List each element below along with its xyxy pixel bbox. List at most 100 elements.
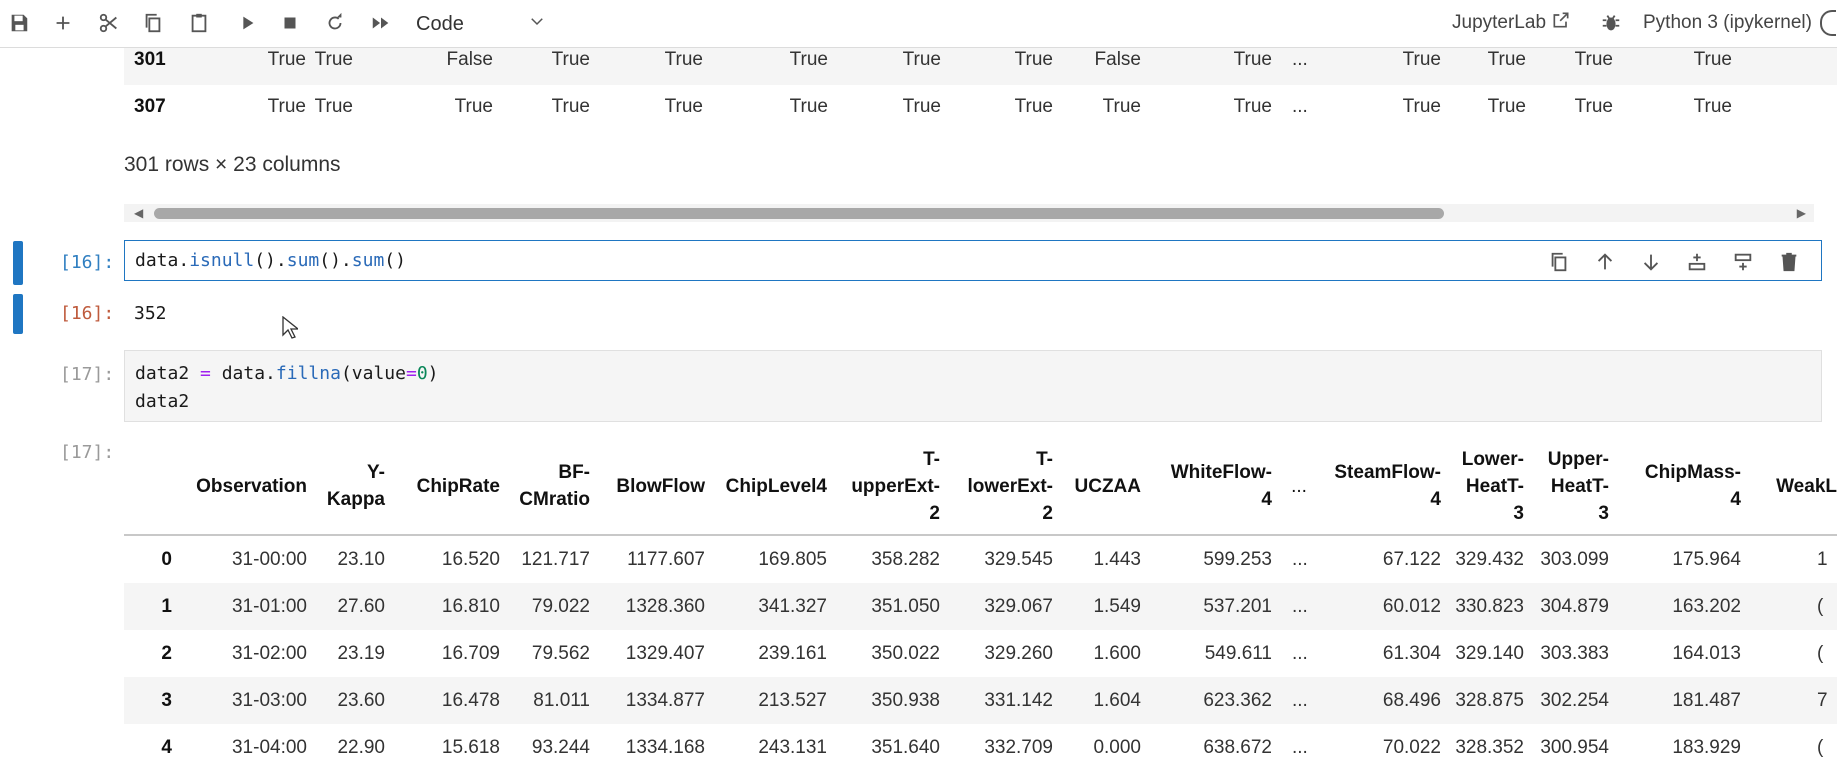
column-header: T- lowerExt- 2	[953, 438, 1053, 534]
cell-type-label: Code	[416, 12, 464, 35]
table-cell: True	[454, 96, 493, 117]
move-down-icon[interactable]	[1637, 248, 1665, 276]
copy-icon[interactable]	[138, 8, 168, 38]
horizontal-scrollbar[interactable]: ◀ ▶	[124, 204, 1814, 222]
table-cell: 350.022	[871, 643, 940, 664]
table-cell: 183.929	[1672, 737, 1741, 758]
column-header-label: Upper- HeatT- 3	[1547, 448, 1609, 524]
table-cell: 330.823	[1455, 596, 1524, 617]
column-header: BlowFlow	[605, 438, 705, 534]
table-cell: True	[1233, 49, 1272, 70]
table-cell: True	[267, 96, 306, 117]
table-cell: 329.432	[1455, 549, 1524, 570]
table-cell: 15.618	[441, 737, 500, 758]
table-cell: 599.253	[1203, 549, 1272, 570]
column-header-label: ChipRate	[416, 475, 500, 497]
table-cell: True	[1014, 96, 1053, 117]
code-line: data2	[135, 391, 190, 412]
column-header-label: ChipLevel4	[725, 475, 827, 497]
table-cell: 328.352	[1455, 737, 1524, 758]
table-cell: ...	[1292, 643, 1308, 664]
table-cell: True	[1402, 96, 1441, 117]
move-up-icon[interactable]	[1591, 248, 1619, 276]
table-cell: True	[551, 96, 590, 117]
cell-type-select[interactable]: Code	[416, 10, 546, 38]
table-cell: 81.011	[533, 690, 590, 711]
table-cell: 328.875	[1455, 690, 1524, 711]
table-cell: 93.244	[531, 737, 590, 758]
table-cell: True	[551, 49, 590, 70]
delete-cell-icon[interactable]	[1775, 248, 1803, 276]
table-cell: 181.487	[1672, 690, 1741, 711]
table-row: 2 31-02:00 23.19 16.709 79.562 1329.407 239.16…	[124, 630, 1837, 677]
fast-forward-icon[interactable]	[366, 8, 396, 38]
input-prompt: [16]:	[60, 252, 115, 273]
row-index: 0	[161, 549, 172, 570]
table-cell: 329.067	[984, 596, 1053, 617]
row-index: 3	[161, 690, 172, 711]
chevron-down-icon	[528, 12, 546, 36]
scrollbar-thumb[interactable]	[154, 208, 1444, 219]
jupyterlab-label: JupyterLab	[1452, 12, 1547, 33]
table-row: 307 True True True True True True True True True T…	[124, 86, 1837, 132]
table-cell: 31-01:00	[231, 596, 307, 617]
table-cell: 623.362	[1203, 690, 1272, 711]
active-cell-marker[interactable]	[13, 241, 23, 285]
column-header-label: Lower- HeatT- 3	[1461, 448, 1524, 524]
insert-above-icon[interactable]	[1683, 248, 1711, 276]
table-cell: 169.805	[758, 549, 827, 570]
table-cell: True	[664, 96, 703, 117]
table-cell: True	[1693, 49, 1732, 70]
table-cell: 68.496	[1382, 690, 1441, 711]
code-cell-editor[interactable]: data.isnull().sum().sum()	[124, 240, 1822, 281]
table-cell: 31-00:00	[231, 549, 307, 570]
code-cell-editor[interactable]: data2 = data.fillna(value=0) data2	[124, 350, 1822, 422]
row-index: 2	[161, 643, 172, 664]
paste-icon[interactable]	[184, 8, 214, 38]
column-header	[132, 438, 172, 534]
restart-icon[interactable]	[320, 8, 350, 38]
jupyterlab-link[interactable]: JupyterLab	[1452, 10, 1571, 36]
table-cell: 164.013	[1672, 643, 1741, 664]
table-cell: True	[1487, 96, 1526, 117]
table-cell: 79.022	[531, 596, 590, 617]
table-cell: 243.131	[758, 737, 827, 758]
output-cell-marker[interactable]	[13, 294, 23, 334]
table-cell: True	[789, 96, 828, 117]
column-header: Observation	[177, 438, 307, 534]
table-cell: 537.201	[1203, 596, 1272, 617]
table-cell: 1328.360	[625, 596, 705, 617]
scroll-left-icon[interactable]: ◀	[134, 206, 143, 220]
table-cell: 79.562	[531, 643, 590, 664]
table-cell: ...	[1292, 49, 1308, 70]
table-cell: True	[664, 49, 703, 70]
table-cell: 27.60	[337, 596, 385, 617]
table-cell: 31-03:00	[231, 690, 307, 711]
dataframe-shape-text: 301 rows × 23 columns	[124, 153, 341, 176]
run-icon[interactable]	[232, 8, 262, 38]
save-icon[interactable]	[4, 8, 34, 38]
external-link-icon	[1551, 10, 1571, 36]
kernel-status[interactable]: Python 3 (ipykernel)	[1643, 10, 1836, 36]
table-cell: 31-02:00	[231, 643, 307, 664]
table-cell: ...	[1292, 549, 1308, 570]
column-header-label: WeakL	[1776, 475, 1837, 497]
kernel-indicator-icon	[1819, 10, 1836, 36]
mouse-cursor-icon	[282, 316, 298, 339]
stop-icon[interactable]	[275, 8, 305, 38]
insert-below-icon[interactable]	[1729, 248, 1757, 276]
table-cell: 332.709	[984, 737, 1053, 758]
table-cell: 638.672	[1203, 737, 1272, 758]
table-cell: True	[1574, 49, 1613, 70]
table-cell: True	[1402, 49, 1441, 70]
debug-bug-icon[interactable]	[1596, 8, 1626, 38]
duplicate-cell-icon[interactable]	[1545, 248, 1573, 276]
table-row: 0 31-00:00 23.10 16.520 121.717 1177.607 169.8…	[124, 536, 1837, 583]
table-cell: 163.202	[1672, 596, 1741, 617]
cut-icon[interactable]	[94, 8, 124, 38]
add-cell-icon[interactable]	[48, 8, 78, 38]
table-cell: True	[1487, 49, 1526, 70]
scroll-right-icon[interactable]: ▶	[1797, 206, 1806, 220]
row-index: 301	[134, 49, 166, 70]
column-header: Lower- HeatT- 3	[1449, 438, 1524, 534]
